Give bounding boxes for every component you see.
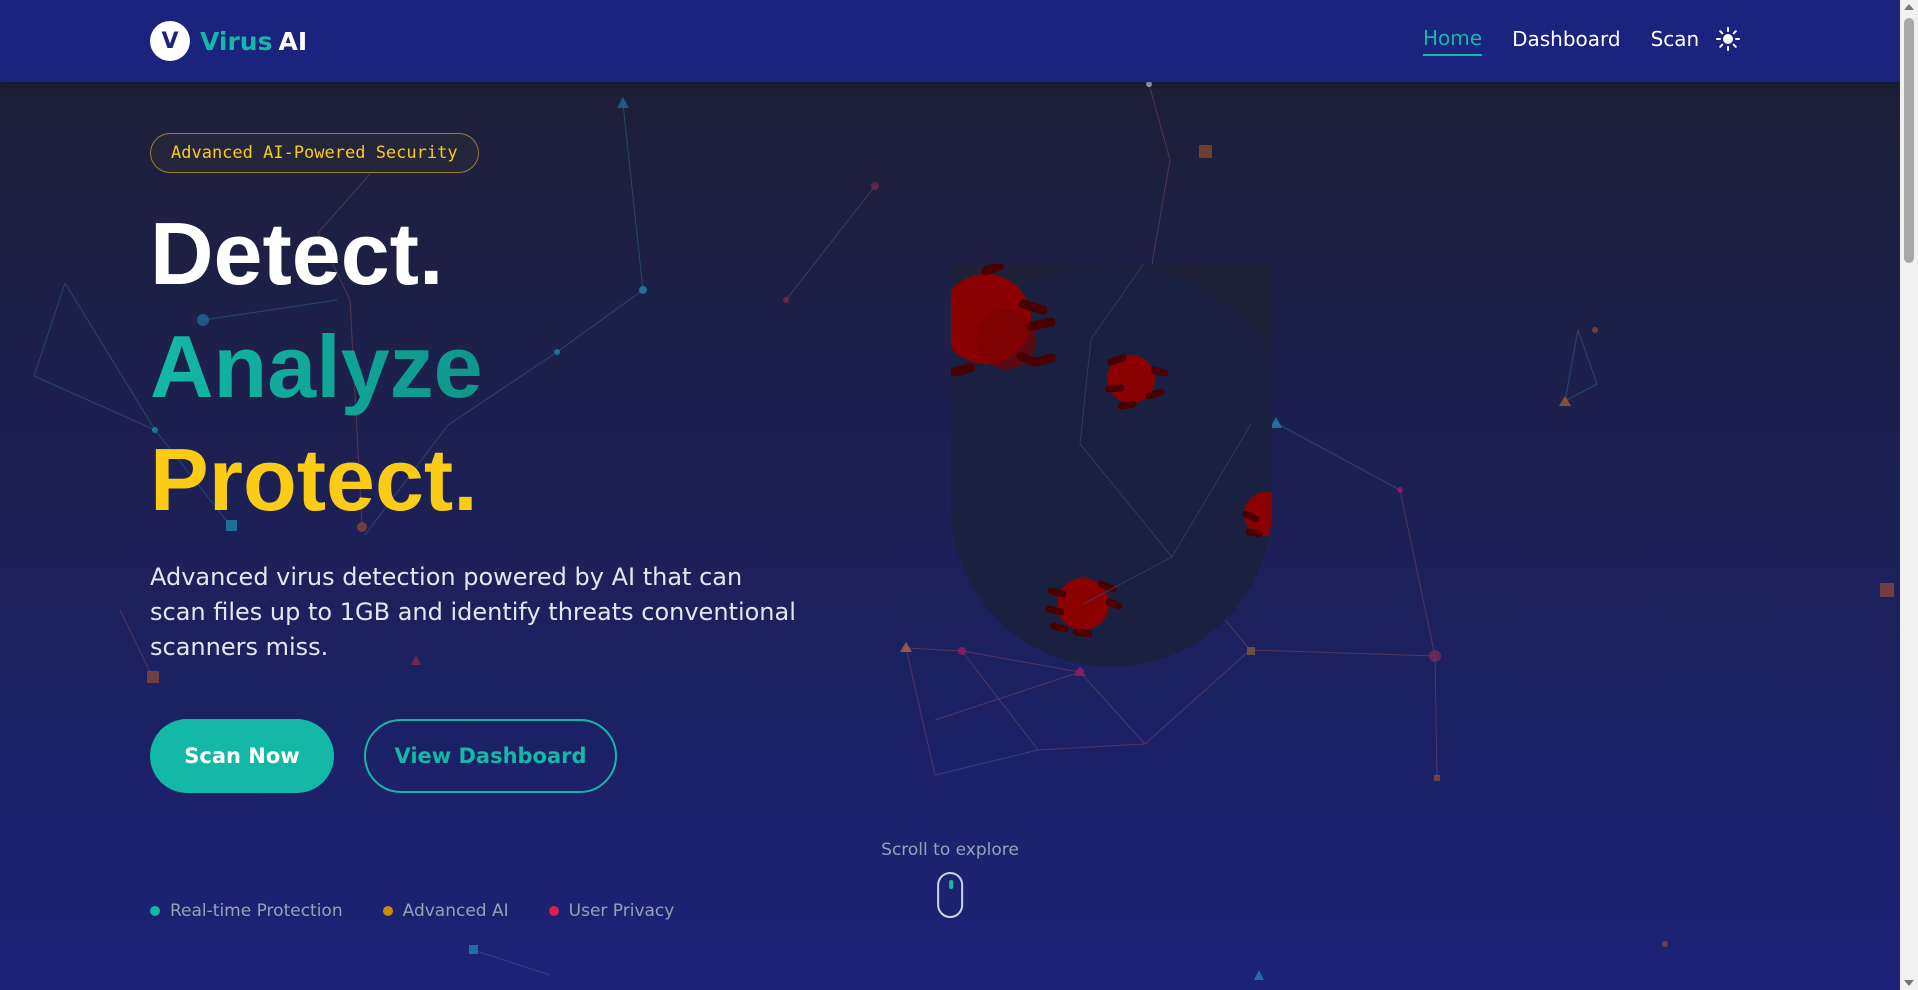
nav-home[interactable]: Home bbox=[1423, 26, 1483, 56]
hero-section: Advanced AI-Powered Security Detect. Ana… bbox=[150, 133, 800, 665]
page-scrollbar[interactable] bbox=[1900, 0, 1918, 990]
sun-icon[interactable] bbox=[1715, 26, 1741, 52]
hero-headline: Detect. Analyze Protect. bbox=[150, 197, 800, 536]
hero-badge: Advanced AI-Powered Security bbox=[150, 133, 479, 173]
hero-description: Advanced virus detection powered by AI t… bbox=[150, 563, 796, 661]
scroll-up-icon[interactable] bbox=[1904, 4, 1914, 10]
mouse-wheel bbox=[949, 880, 953, 889]
scroll-thumb[interactable] bbox=[1904, 18, 1914, 263]
top-navbar: V Virus AI Home Dashboard Scan bbox=[0, 0, 1900, 82]
mouse-icon bbox=[937, 872, 963, 918]
nav-menu: Home Dashboard Scan bbox=[1423, 26, 1729, 56]
cta-buttons: Scan Now View Dashboard bbox=[150, 719, 617, 793]
nav-dashboard[interactable]: Dashboard bbox=[1512, 27, 1621, 55]
headline-detect: Detect. bbox=[150, 204, 444, 303]
brand-name-part1: Virus bbox=[200, 26, 273, 56]
feature-label: User Privacy bbox=[568, 901, 675, 921]
nav-scan[interactable]: Scan bbox=[1651, 27, 1700, 55]
brand-name-part2: AI bbox=[278, 26, 308, 56]
brand-name: Virus AI bbox=[200, 27, 307, 56]
scroll-hint[interactable]: Scroll to explore bbox=[881, 840, 1019, 918]
feature-item-realtime: Real-time Protection bbox=[150, 901, 343, 921]
feature-dot-icon bbox=[150, 906, 160, 916]
scroll-down-icon[interactable] bbox=[1904, 980, 1914, 986]
virus-illustration bbox=[951, 264, 1272, 667]
feature-item-ai: Advanced AI bbox=[382, 901, 509, 921]
feature-dot-icon bbox=[382, 906, 393, 916]
feature-list: Real-time Protection Advanced AI User Pr… bbox=[150, 901, 714, 921]
feature-item-privacy: User Privacy bbox=[548, 901, 675, 921]
headline-analyze: Analyze bbox=[150, 310, 800, 423]
scroll-hint-text: Scroll to explore bbox=[881, 840, 1019, 860]
brand-logo[interactable]: V Virus AI bbox=[150, 21, 307, 61]
logo-badge-icon: V bbox=[150, 21, 190, 61]
scan-now-button[interactable]: Scan Now bbox=[150, 719, 334, 793]
feature-label: Real-time Protection bbox=[170, 901, 343, 921]
feature-label: Advanced AI bbox=[402, 901, 509, 921]
feature-dot-icon bbox=[548, 906, 559, 916]
virus-scene bbox=[951, 264, 1272, 667]
headline-protect: Protect. bbox=[150, 430, 478, 529]
view-dashboard-button[interactable]: View Dashboard bbox=[364, 719, 617, 793]
